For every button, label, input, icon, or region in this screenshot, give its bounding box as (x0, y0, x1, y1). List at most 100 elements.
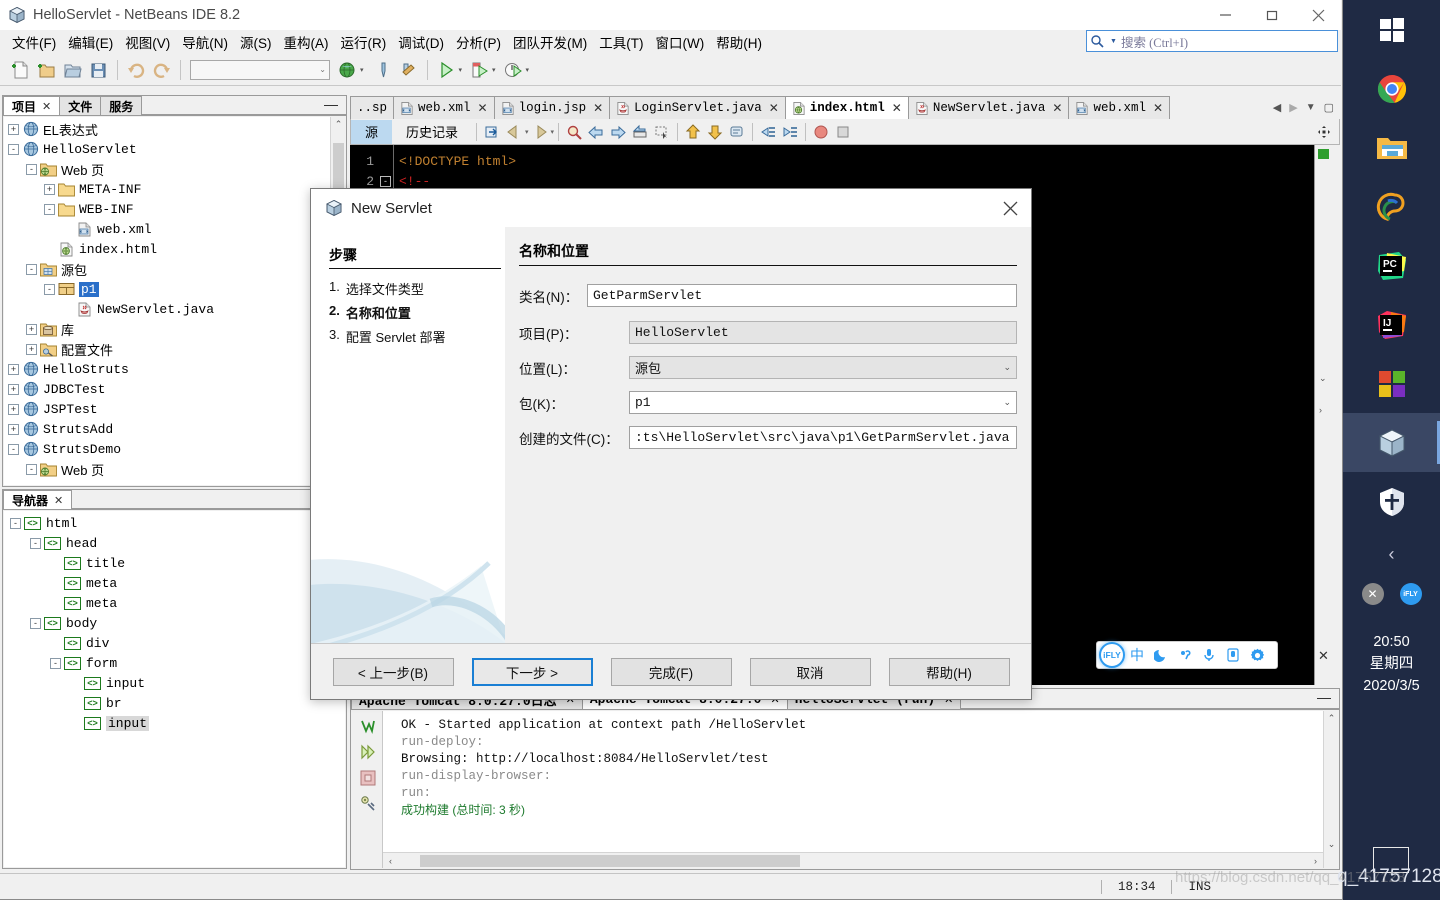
close-icon[interactable]: ✕ (892, 101, 902, 116)
cancel-button[interactable]: 取消 (749, 657, 871, 686)
tree-node[interactable]: - 源包 (4, 259, 345, 279)
handwriting-icon[interactable] (1221, 642, 1245, 668)
menu-item-5[interactable]: 重构(A) (278, 30, 335, 54)
collapse-icon[interactable]: - (26, 463, 37, 475)
back-icon[interactable] (503, 121, 525, 143)
shift-down-icon[interactable] (704, 121, 726, 143)
select-rect-icon[interactable] (651, 121, 673, 143)
scroll-left-icon[interactable]: ‹ (383, 856, 398, 866)
ifly-logo-icon[interactable]: iFLY (1099, 642, 1125, 668)
expand-icon[interactable]: + (26, 323, 37, 335)
expand-icon[interactable]: + (8, 383, 19, 395)
editor-tab-1[interactable]: web.xml ✕ (393, 96, 495, 119)
stop-icon[interactable] (352, 765, 383, 791)
tree-node[interactable]: + JSPTest (4, 399, 345, 419)
expand-icon[interactable]: + (8, 403, 19, 415)
microsoft-store-icon[interactable] (1343, 354, 1440, 413)
tab-services[interactable]: 服务 (100, 96, 143, 115)
forward-icon[interactable] (529, 121, 551, 143)
scrollbar-thumb[interactable] (420, 854, 800, 867)
scroll-right-icon[interactable]: › (1308, 856, 1323, 866)
rerun-icon[interactable] (352, 713, 383, 739)
class-name-field[interactable]: GetParmServlet (587, 284, 1017, 307)
run-again-icon[interactable] (352, 739, 383, 765)
browser-icon[interactable] (334, 57, 360, 83)
scroll-up-icon[interactable]: ⌃ (1324, 713, 1339, 724)
next-match-icon[interactable] (607, 121, 629, 143)
shift-left-icon[interactable] (757, 121, 779, 143)
menu-item-4[interactable]: 源(S) (234, 30, 278, 54)
intellij-idea-icon[interactable]: IJ (1343, 295, 1440, 354)
netbeans-icon[interactable] (1343, 413, 1440, 472)
profile-icon[interactable] (500, 57, 526, 83)
collapse-icon[interactable]: - (44, 283, 55, 295)
expand-icon[interactable]: + (8, 423, 19, 435)
tree-node[interactable]: NewServlet.java (4, 299, 345, 319)
navigator-node[interactable]: <> div (4, 633, 345, 653)
menu-item-3[interactable]: 导航(N) (176, 30, 234, 54)
collapse-icon[interactable]: - (30, 617, 41, 629)
package-combo[interactable]: p1 ⌄ (629, 391, 1017, 414)
toggle-rect-icon[interactable] (629, 121, 651, 143)
pycharm-icon[interactable]: PC (1343, 236, 1440, 295)
collapse-icon[interactable]: - (10, 517, 21, 529)
output-vscrollbar[interactable]: ⌃ ⌄ (1323, 711, 1338, 868)
help-button[interactable]: 帮助(H) (888, 657, 1010, 686)
navigator-node[interactable]: <> input (4, 673, 345, 693)
tree-node[interactable]: + HelloStruts (4, 359, 345, 379)
close-icon[interactable]: ✕ (593, 101, 603, 116)
windows-defender-icon[interactable] (1343, 472, 1440, 531)
debug-dropdown-caret[interactable]: ▾ (492, 66, 496, 74)
menu-item-7[interactable]: 调试(D) (392, 30, 450, 54)
debug-icon[interactable] (466, 57, 492, 83)
tree-node[interactable]: - StrutsDemo (4, 439, 345, 459)
tree-node[interactable]: + JDBCTest (4, 379, 345, 399)
stop-macro-icon[interactable] (832, 121, 854, 143)
close-icon[interactable]: ✕ (1153, 101, 1163, 116)
chevron-down-icon[interactable]: ⌄ (997, 363, 1011, 373)
navigator-node[interactable]: <> meta (4, 593, 345, 613)
tab-history[interactable]: 历史记录 (392, 120, 472, 144)
tab-projects[interactable]: 项目 ✕ (3, 96, 61, 115)
navigator-node[interactable]: <> title (4, 553, 345, 573)
tree-node[interactable]: - Web 页 (4, 459, 345, 479)
menu-item-10[interactable]: 工具(T) (593, 30, 649, 54)
code-fold-icon[interactable]: - (380, 175, 391, 187)
tab-navigator[interactable]: 导航器 ✕ (3, 490, 73, 509)
close-icon[interactable]: ✕ (54, 494, 63, 507)
collapse-icon[interactable]: - (8, 443, 19, 455)
open-project-icon[interactable] (60, 57, 86, 83)
collapse-icon[interactable]: - (8, 143, 19, 155)
tree-node[interactable]: + META-INF (4, 179, 345, 199)
tree-node[interactable]: - Web 页 (4, 159, 345, 179)
tree-node[interactable]: web.xml (4, 219, 345, 239)
navigator-node[interactable]: - <> head (4, 533, 345, 553)
settings-gear-icon[interactable] (1245, 642, 1269, 668)
output-text[interactable]: OK - Started application at context path… (383, 711, 1338, 868)
scroll-down-icon[interactable]: ⌄ (1324, 839, 1339, 850)
tree-node[interactable]: + 配置文件 (4, 339, 345, 359)
undo-icon[interactable] (123, 57, 149, 83)
record-macro-icon[interactable] (810, 121, 832, 143)
show-hidden-icons-chevron[interactable]: ‹ (1343, 531, 1440, 577)
tree-node[interactable]: + EL表达式 (4, 119, 345, 139)
maximize-editor-icon[interactable]: ▢ (1324, 101, 1334, 114)
ifly-tray-icon[interactable]: iFLY (1399, 583, 1422, 605)
expand-icon[interactable]: + (26, 343, 37, 355)
close-tray-icon[interactable]: ✕ (1361, 583, 1384, 605)
scroll-left-icon[interactable]: ◀ (1273, 101, 1281, 114)
scroll-up-icon[interactable]: ⌃ (331, 119, 345, 130)
minimize-panel-icon[interactable] (1317, 698, 1331, 699)
find-icon[interactable] (563, 121, 585, 143)
editor-tab-5[interactable]: NewServlet.java ✕ (907, 96, 1070, 119)
output-hscrollbar[interactable]: ‹ › (383, 852, 1323, 868)
collapse-icon[interactable]: - (50, 657, 61, 669)
editor-tab-4[interactable]: index.html ✕ (784, 96, 909, 119)
chinese-mode-icon[interactable]: 中 (1125, 642, 1149, 668)
shift-up-icon[interactable] (682, 121, 704, 143)
editor-tab-2[interactable]: login.jsp ✕ (493, 96, 611, 119)
tree-node[interactable]: - HelloServlet (4, 139, 345, 159)
menu-item-1[interactable]: 编辑(E) (62, 30, 119, 54)
menu-item-9[interactable]: 团队开发(M) (507, 30, 593, 54)
shift-right-icon[interactable] (779, 121, 801, 143)
